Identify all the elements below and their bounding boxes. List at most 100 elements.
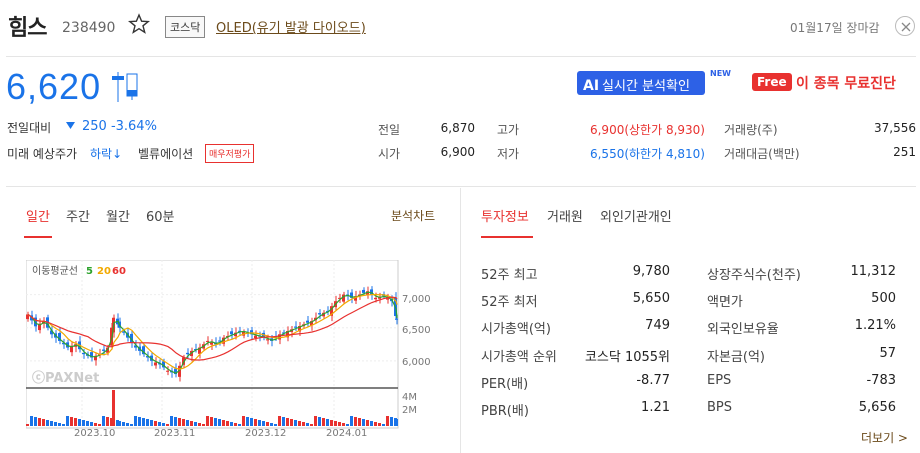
ma60-legend: 60	[112, 266, 126, 277]
volume-bar	[350, 416, 353, 426]
tab-daily[interactable]: 일간	[26, 206, 50, 225]
info-label: 시가총액 순위	[481, 349, 557, 365]
volume-bar	[112, 390, 115, 426]
volume-bar	[154, 421, 157, 426]
candle-body	[395, 318, 398, 320]
volume-bar	[378, 423, 381, 426]
volume-bar	[66, 416, 69, 426]
tab-monthly[interactable]: 월간	[106, 206, 130, 225]
volume-bar	[106, 417, 109, 426]
close-icon	[901, 22, 911, 32]
sector-link[interactable]: OLED(유기 발광 다이오드)	[216, 17, 366, 36]
volume-tick-label: 4M	[402, 392, 417, 403]
volume-value: 37,556	[874, 121, 916, 135]
candle-body	[254, 335, 257, 339]
down-triangle-icon	[66, 122, 75, 129]
active-tab-underline	[24, 236, 52, 238]
candle-body	[294, 326, 297, 328]
volume-bar	[210, 417, 213, 426]
free-badge[interactable]: Free	[752, 73, 792, 91]
candlestick-chart[interactable]: 이동평균선 5 20 60 ⓒPAXNet 7,000 6,500 6,000 …	[26, 260, 436, 438]
active-tab-underline	[481, 236, 533, 238]
volume-bar	[290, 419, 293, 426]
volume-bar	[174, 417, 177, 426]
prev-close-label: 전일	[378, 123, 401, 137]
volume-bar	[122, 422, 125, 426]
info-value: 9,780	[632, 264, 670, 279]
info-value: 749	[645, 318, 670, 334]
volume-bar	[390, 417, 393, 426]
volume-bar	[166, 424, 169, 426]
volume-bar	[395, 419, 398, 426]
candle-body	[362, 289, 365, 293]
more-link[interactable]: 더보기 >	[861, 429, 908, 446]
volume-bar	[178, 418, 181, 426]
candle-body	[154, 362, 157, 366]
volume-bar	[30, 416, 33, 426]
info-value: 5,656	[858, 400, 896, 415]
low-label: 저가	[497, 147, 520, 161]
tab-weekly[interactable]: 주간	[66, 206, 90, 225]
volume-bar	[90, 422, 93, 426]
volume-bar	[46, 420, 49, 426]
free-diagnosis-link[interactable]: 이 종목 무료진단	[796, 73, 896, 93]
volume-tick-label: 2M	[402, 405, 417, 416]
market-time: 01월17일 장마감	[790, 21, 880, 35]
candle-body	[230, 331, 233, 335]
price-chart[interactable]: 이동평균선 5 20 60 ⓒPAXNet 7,000 6,500 6,000 …	[26, 260, 436, 438]
volume-bar	[258, 420, 261, 426]
volume-bar	[126, 423, 129, 426]
info-label: 시가총액(억)	[481, 322, 551, 338]
evaluation-button[interactable]: 매우저평가	[205, 144, 255, 163]
volume-bar	[386, 416, 389, 426]
volume-bar	[294, 420, 297, 426]
low-value: 6,550(하한가 4,810)	[589, 147, 705, 161]
valuation-label: 벨류에이션	[138, 147, 194, 161]
volume-bar	[86, 421, 89, 426]
volume-bar	[206, 416, 209, 426]
volume-bar	[42, 419, 45, 426]
y-tick-label: 6,500	[402, 325, 431, 336]
volume-bar	[334, 421, 337, 426]
volume-bar	[142, 418, 145, 426]
info-label: 52주 최고	[481, 268, 538, 283]
volume-bar	[194, 422, 197, 426]
candle-body	[102, 349, 105, 351]
info-value: -783	[866, 372, 896, 388]
volume-bar	[150, 420, 153, 426]
prev-close-value: 6,870	[440, 121, 475, 135]
ma5-legend: 5	[86, 266, 93, 277]
info-label: 52주 최저	[481, 295, 538, 311]
volume-bar	[182, 419, 185, 426]
candle-body	[82, 352, 85, 355]
ai-analysis-button[interactable]: AI 실시간 분석확인	[577, 71, 705, 95]
info-label: 상장주식수(천주)	[707, 268, 801, 283]
prediction-value[interactable]: 하락↓	[90, 145, 122, 162]
volume-bar	[266, 422, 269, 426]
tab-investor-trends[interactable]: 외인기관개인	[600, 206, 672, 225]
stock-code: 238490	[62, 20, 116, 36]
tab-investment-info[interactable]: 투자정보	[481, 206, 529, 225]
close-button[interactable]	[895, 16, 915, 36]
ma20-legend: 20	[97, 266, 111, 277]
volume-bar	[218, 419, 221, 426]
volume-bar	[342, 423, 345, 426]
open-value: 6,900	[440, 145, 475, 159]
info-value: 5,650	[632, 291, 670, 307]
info-label: PBR(배)	[481, 404, 529, 419]
volume-bar	[310, 424, 313, 426]
candle-body	[206, 340, 209, 342]
volume-bar	[234, 423, 237, 426]
volume-bar	[102, 416, 105, 426]
tab-60min[interactable]: 60분	[146, 206, 175, 225]
candle-body	[318, 313, 321, 315]
analysis-chart-link[interactable]: 분석차트	[391, 207, 435, 224]
favorite-star-icon[interactable]	[127, 13, 151, 35]
info-value: 코스닥 1055위	[584, 349, 670, 365]
volume-bar	[34, 417, 37, 426]
info-label: BPS	[707, 400, 733, 415]
volume-bar	[170, 416, 173, 426]
tab-brokers[interactable]: 거래원	[547, 206, 583, 225]
volume-bar	[262, 421, 265, 426]
info-label: 외국인보유율	[707, 322, 779, 338]
